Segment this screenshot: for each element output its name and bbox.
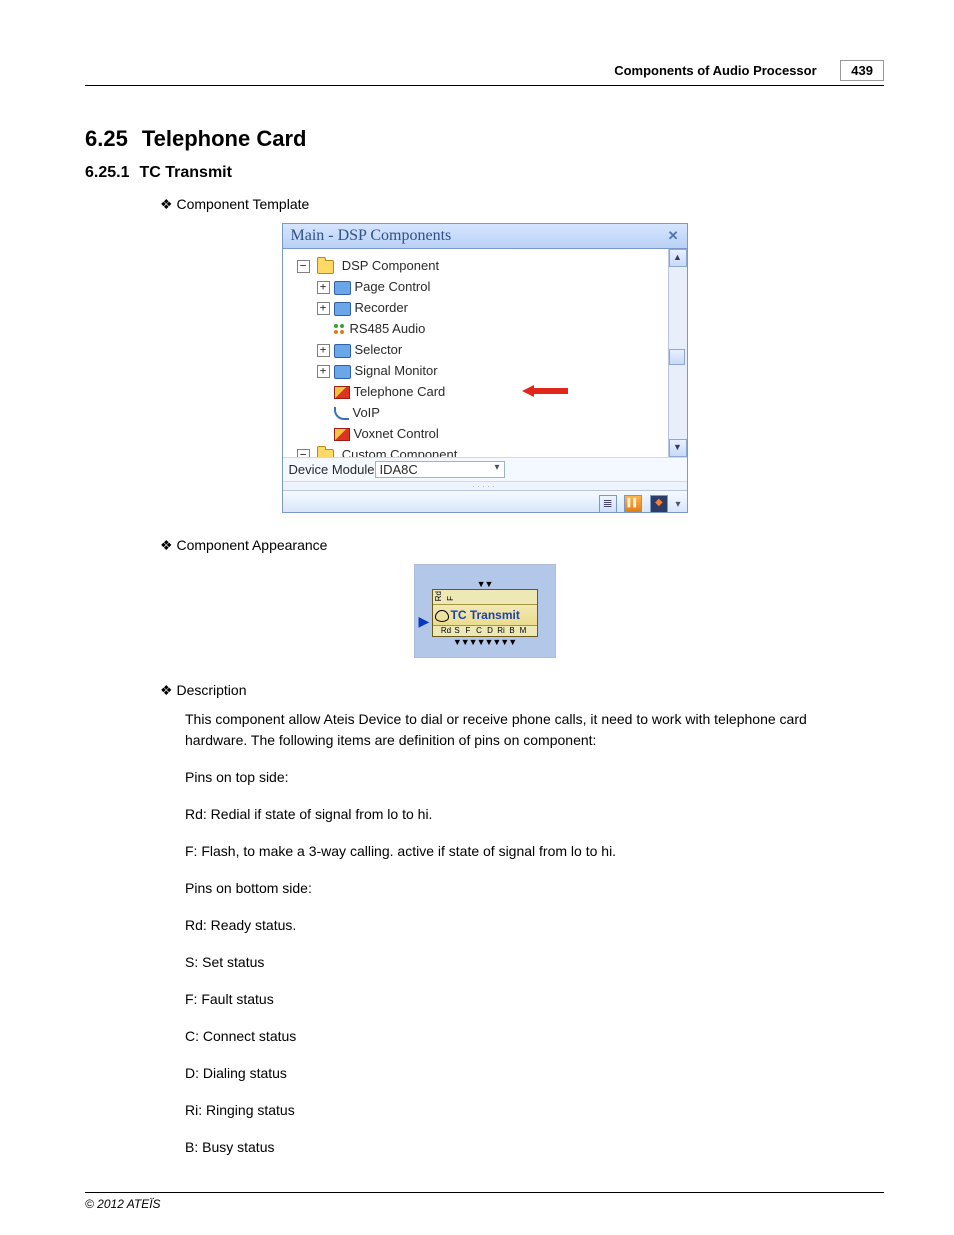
expand-icon[interactable]: + (317, 302, 330, 315)
top-arrows-icon: ▼▼ (425, 579, 545, 589)
tree-label: Custom Component (342, 447, 458, 457)
component-icon (435, 610, 449, 622)
scroll-thumb[interactable] (669, 349, 685, 365)
collapse-icon[interactable]: − (297, 449, 310, 457)
section-number: 6.25 (85, 126, 128, 151)
folder-icon (334, 302, 351, 316)
settings-icon[interactable] (650, 495, 668, 513)
section-title: Telephone Card (142, 126, 307, 151)
tree-label: RS485 Audio (350, 321, 426, 336)
bottom-arrows-icon: ▼▼▼▼▼▼▼▼ (425, 637, 545, 647)
folder-icon (317, 449, 334, 457)
scroll-up-icon[interactable]: ▲ (669, 249, 687, 267)
bottom-pins: RdSFCDRiBM (433, 625, 537, 636)
device-module-value: IDA8C (380, 462, 418, 477)
footer-copyright: © 2012 ATEÏS (85, 1192, 884, 1211)
play-icon: ▶ (419, 613, 430, 630)
desc-bot-heading: Pins on bottom side: (185, 878, 864, 899)
component-tree: − DSP Component +Page Control +Recorder … (287, 255, 683, 457)
tree-label: DSP Component (342, 258, 439, 273)
label-description: Description (160, 682, 884, 699)
scroll-down-icon[interactable]: ▼ (669, 439, 687, 457)
section-heading: 6.25 Telephone Card (85, 126, 884, 152)
panel-titlebar[interactable]: Main - DSP Components ✕ (283, 224, 687, 249)
desc-bot-s: S: Set status (185, 952, 864, 973)
desc-bot-ri: Ri: Ringing status (185, 1100, 864, 1121)
tree-node-voxnet-control[interactable]: Voxnet Control (317, 423, 683, 444)
highlight-arrow-icon (522, 383, 568, 397)
collapse-icon[interactable]: − (297, 260, 310, 273)
folder-icon (317, 260, 334, 274)
tree-node-selector[interactable]: + Selector (317, 339, 683, 360)
desc-bot-f: F: Fault status (185, 989, 864, 1010)
component-label: TC Transmit (433, 605, 537, 625)
component-appearance-figure: ▼▼ ▶ Rd F TC Transmit RdSFCDRiBM ▼▼▼▼▼▼▼… (414, 564, 556, 658)
close-icon[interactable]: ✕ (668, 228, 679, 244)
subsection-title: TC Transmit (139, 164, 231, 181)
tree-node-recorder[interactable]: + Recorder (317, 297, 683, 318)
device-module-row: Device Module IDA8C ▾ (283, 457, 687, 481)
page-header: Components of Audio Processor 439 (85, 60, 884, 86)
expand-icon[interactable]: + (317, 365, 330, 378)
pause-icon[interactable] (624, 495, 642, 513)
desc-top-rd: Rd: Redial if state of signal from lo to… (185, 804, 864, 825)
expand-icon[interactable]: + (317, 344, 330, 357)
list-view-icon[interactable] (599, 495, 617, 513)
tree-label: VoIP (353, 405, 380, 420)
tree-label: Page Control (355, 279, 431, 294)
tree-node-voip[interactable]: VoIP (317, 402, 683, 423)
desc-bot-c: C: Connect status (185, 1026, 864, 1047)
tree-body: − DSP Component +Page Control +Recorder … (283, 249, 687, 457)
top-pins: Rd F (433, 590, 537, 605)
folder-icon (334, 281, 351, 295)
scrollbar[interactable]: ▲ ▼ (668, 249, 687, 457)
tree-node-signal-monitor[interactable]: + Signal Monitor (317, 360, 683, 381)
folder-icon (334, 365, 351, 379)
header-title: Components of Audio Processor (614, 63, 816, 78)
folder-icon (334, 344, 351, 358)
label-component-template: Component Template (160, 196, 884, 213)
page-number: 439 (840, 60, 884, 81)
desc-bot-b: B: Busy status (185, 1137, 864, 1158)
tree-node-page-control[interactable]: + Page Control (317, 276, 683, 297)
device-module-combo[interactable]: IDA8C ▾ (375, 461, 505, 478)
expand-icon[interactable]: + (317, 281, 330, 294)
subsection-heading: 6.25.1 TC Transmit (85, 164, 884, 182)
tree-node-rs485-audio[interactable]: RS485 Audio (317, 318, 683, 339)
tc-transmit-component[interactable]: Rd F TC Transmit RdSFCDRiBM (432, 589, 538, 637)
panel-title: Main - DSP Components (291, 227, 452, 245)
tree-label: Voxnet Control (354, 426, 439, 441)
description-body: This component allow Ateis Device to dia… (185, 709, 864, 1158)
desc-top-heading: Pins on top side: (185, 767, 864, 788)
desc-bot-d: D: Dialing status (185, 1063, 864, 1084)
desc-intro: This component allow Ateis Device to dia… (185, 709, 864, 751)
tree-label: Selector (355, 342, 403, 357)
telephone-card-icon (334, 386, 350, 399)
chevron-down-icon[interactable]: ▾ (675, 499, 680, 510)
desc-top-f: F: Flash, to make a 3-way calling. activ… (185, 841, 864, 862)
dsp-components-panel: Main - DSP Components ✕ − DSP Component … (282, 223, 688, 513)
tree-node-telephone-card[interactable]: Telephone Card (317, 381, 683, 402)
chevron-down-icon: ▾ (494, 462, 499, 473)
tree-node-custom-component[interactable]: − Custom Component (297, 444, 683, 457)
resize-grip[interactable]: ····· (283, 481, 687, 490)
desc-bot-rd: Rd: Ready status. (185, 915, 864, 936)
tree-label: Signal Monitor (355, 363, 438, 378)
voxnet-icon (334, 428, 350, 441)
device-module-label: Device Module (289, 462, 375, 477)
tree-node-dsp-component[interactable]: − DSP Component +Page Control +Recorder … (297, 255, 683, 444)
rs485-icon (334, 324, 346, 336)
voip-icon (334, 407, 349, 420)
tree-label: Recorder (355, 300, 408, 315)
tree-label: Telephone Card (354, 384, 446, 399)
subsection-number: 6.25.1 (85, 164, 129, 181)
label-component-appearance: Component Appearance (160, 537, 884, 554)
toolbar: ▾ (283, 490, 687, 512)
